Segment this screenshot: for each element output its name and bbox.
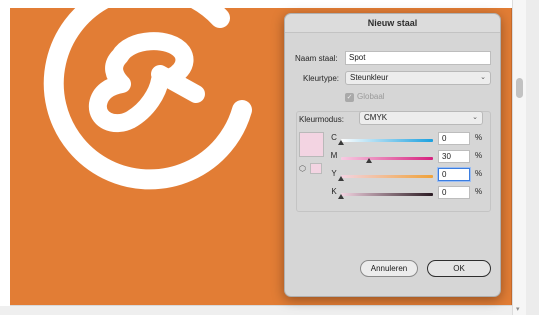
color-mode-value: CMYK — [364, 113, 388, 122]
slider-row-yellow: Y 0 % — [329, 168, 499, 182]
chevron-down-icon: ⌄ — [480, 74, 486, 81]
scrollbar-thumb[interactable] — [516, 78, 523, 98]
slider-row-black: K 0 % — [329, 186, 499, 200]
panel-edge — [526, 0, 539, 315]
yellow-slider-track[interactable] — [341, 175, 433, 178]
cyan-value-input[interactable]: 0 — [438, 132, 470, 145]
color-mode-label: Kleurmodus: — [299, 115, 344, 124]
cyan-slider-track[interactable] — [341, 139, 433, 142]
global-label: Globaal — [357, 92, 385, 101]
vertical-scrollbar[interactable]: ▾ — [512, 0, 526, 315]
yellow-value-input[interactable]: 0 — [438, 168, 470, 181]
checkmark-icon: ✓ — [346, 94, 353, 101]
color-type-value: Steunkleur — [350, 73, 389, 82]
pasteboard — [0, 0, 512, 8]
slider-row-magenta: M 30 % — [329, 150, 499, 164]
color-type-select[interactable]: Steunkleur ⌄ — [345, 71, 491, 85]
swatch-name-label: Naam staal: — [295, 54, 338, 63]
percent-label: % — [475, 151, 483, 160]
color-type-label: Kleurtype: — [303, 74, 340, 83]
scroll-down-icon[interactable]: ▾ — [516, 305, 520, 313]
black-value-input[interactable]: 0 — [438, 186, 470, 199]
black-slider-track[interactable] — [341, 193, 433, 196]
swatch-name-input[interactable]: Spot — [345, 51, 491, 65]
chevron-down-icon: ⌄ — [472, 114, 478, 121]
dialog-title: Nieuw staal — [285, 14, 500, 33]
gamut-swatch[interactable] — [310, 163, 322, 174]
slider-row-cyan: C 0 % — [329, 132, 499, 146]
ok-button[interactable]: OK — [427, 260, 491, 277]
global-checkbox[interactable]: ✓ — [345, 93, 354, 102]
percent-label: % — [475, 133, 483, 142]
percent-label: % — [475, 169, 483, 178]
cyan-slider-knob[interactable] — [338, 140, 344, 145]
percent-label: % — [475, 187, 483, 196]
magenta-slider-knob[interactable] — [365, 158, 372, 163]
magenta-slider-track[interactable] — [341, 157, 433, 160]
horizontal-scrollbar[interactable] — [0, 306, 512, 315]
channel-label: M — [330, 151, 338, 160]
black-slider-knob[interactable] — [338, 194, 344, 199]
new-swatch-dialog: Nieuw staal Naam staal: Spot Kleurtype: … — [284, 13, 501, 297]
yellow-slider-knob[interactable] — [338, 176, 344, 181]
color-preview-swatch — [299, 132, 324, 157]
color-mode-select[interactable]: CMYK ⌄ — [359, 111, 483, 125]
cube-icon[interactable]: ⬡ — [299, 164, 308, 173]
cancel-button[interactable]: Annuleren — [360, 260, 418, 277]
magenta-value-input[interactable]: 30 — [438, 150, 470, 163]
